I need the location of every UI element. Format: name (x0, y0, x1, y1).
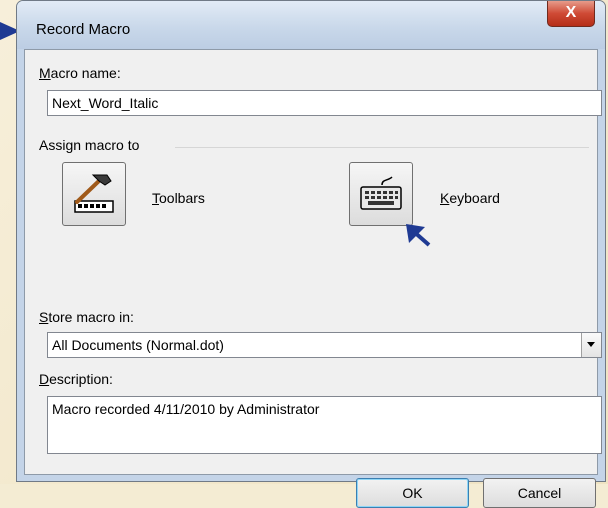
assign-separator (175, 147, 589, 148)
store-macro-value: All Documents (Normal.dot) (52, 337, 224, 353)
annotation-arrow-keyboard (406, 224, 431, 247)
title-bar[interactable]: Record Macro X (17, 1, 605, 49)
dialog-body: Macro name: Assign macro to Toolbars (24, 49, 602, 508)
cancel-button[interactable]: Cancel (483, 478, 596, 508)
keyboard-button[interactable] (349, 162, 413, 226)
window-title: Record Macro (36, 21, 131, 38)
toolbars-button[interactable] (62, 162, 126, 226)
keyboard-icon (360, 176, 402, 210)
hammer-icon (74, 174, 114, 213)
record-macro-dialog: Record Macro X Macro name: Assign macro … (16, 0, 606, 508)
macro-name-input[interactable] (47, 90, 602, 116)
description-label: Description: (39, 371, 113, 387)
assign-macro-heading: Assign macro to (39, 137, 140, 153)
store-macro-select[interactable]: All Documents (Normal.dot) (47, 332, 602, 358)
ok-button[interactable]: OK (356, 478, 469, 508)
keyboard-label: Keyboard (440, 190, 500, 206)
chevron-down-icon[interactable] (581, 333, 601, 357)
toolbars-label: Toolbars (152, 190, 205, 206)
macro-name-label: Macro name: (39, 65, 121, 81)
store-macro-label: Store macro in: (39, 309, 134, 325)
close-button[interactable]: X (547, 1, 595, 27)
description-textarea[interactable]: Macro recorded 4/11/2010 by Administrato… (47, 396, 602, 454)
